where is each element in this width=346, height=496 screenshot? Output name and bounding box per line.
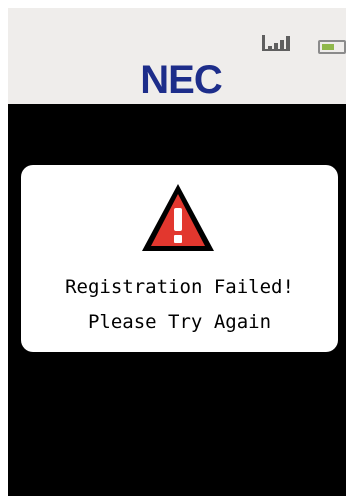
- brand-logo: NEC: [140, 58, 222, 102]
- warning-icon: [142, 184, 214, 251]
- dialog-message: Please Try Again: [87, 311, 272, 333]
- dialog-title: Registration Failed!: [65, 276, 294, 298]
- phone-screen: NEC Registration Failed! Please Try Agai…: [0, 0, 346, 496]
- battery-icon: [318, 40, 346, 54]
- registration-error-dialog: Registration Failed! Please Try Again: [21, 165, 338, 352]
- signal-icon: [262, 35, 290, 51]
- dark-screen: Registration Failed! Please Try Again: [8, 104, 346, 496]
- status-bar: NEC: [8, 8, 346, 104]
